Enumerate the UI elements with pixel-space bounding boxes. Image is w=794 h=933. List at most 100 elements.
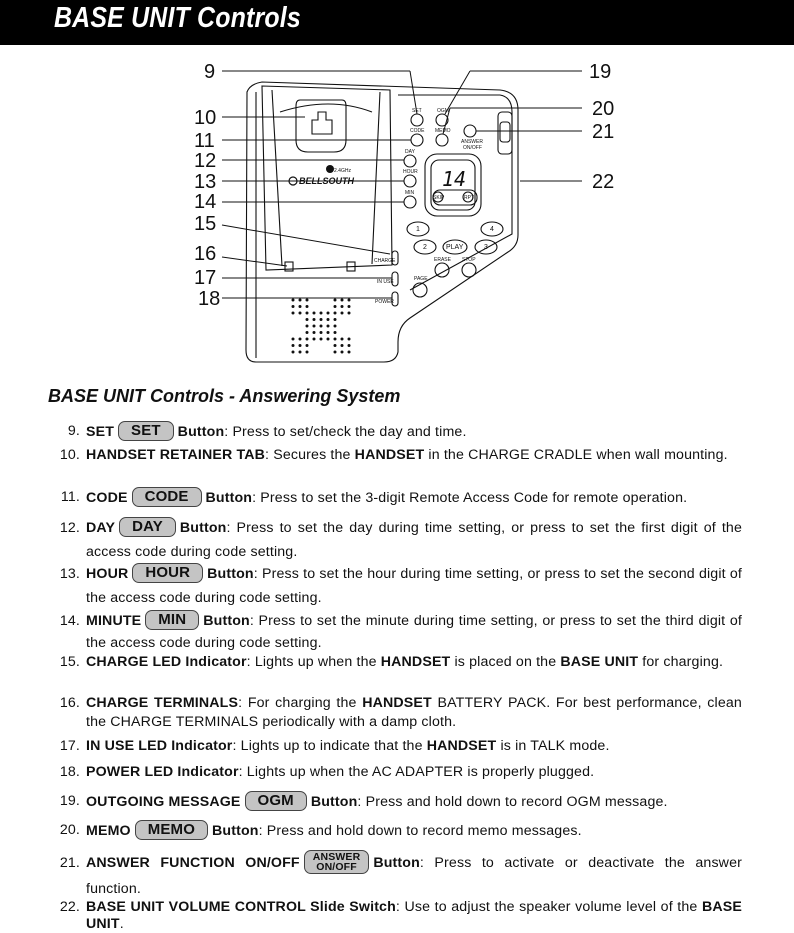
base-unit-outline <box>245 81 519 363</box>
header-banner: BASE UNIT Controls <box>0 0 794 45</box>
speaker-grille-dot <box>347 350 351 354</box>
label-hour: HOUR <box>403 169 418 175</box>
label-key-4: 4 <box>490 226 494 233</box>
item-name: HANDSET RETAINER TAB <box>86 447 266 463</box>
hour-button-diagram <box>403 174 417 188</box>
speaker-grille-dot <box>312 331 316 334</box>
list-item: 9. SET SET Button: Press to set/check the … <box>67 421 467 441</box>
speaker-grille-dot <box>347 305 351 308</box>
speaker-grille-dot <box>326 324 330 328</box>
speaker-grille-dot <box>340 305 344 308</box>
speaker-grille-dot <box>333 331 337 334</box>
speaker-grille-dot <box>319 318 323 321</box>
speaker-grille-dot <box>312 318 316 321</box>
callout-13: 13 <box>194 171 216 193</box>
speaker-grille-dot <box>340 311 344 315</box>
day-button-diagram <box>403 154 417 168</box>
label-key-3: 3 <box>484 244 488 251</box>
speaker-grille-dot <box>333 350 337 354</box>
list-item: 17. IN USE LED Indicator: Lights up to i… <box>59 738 610 754</box>
speaker-grille-dot <box>326 318 330 321</box>
speaker-grille-dot <box>333 344 337 347</box>
callout-12: 12 <box>194 150 216 172</box>
memo-badge: MEMO <box>134 820 209 840</box>
speaker-grille-dot <box>347 311 351 315</box>
speaker-grille-dot <box>347 337 351 341</box>
item-name: IN USE LED Indicator <box>86 738 233 754</box>
min-badge: MIN <box>145 610 200 631</box>
speaker-grille-dot <box>319 331 323 334</box>
label-erase: ERASE <box>434 257 452 263</box>
label-min: MIN <box>405 190 415 196</box>
set-button-diagram <box>410 113 424 127</box>
label-power: POWER <box>375 299 394 305</box>
list-item: 21. ANSWER FUNCTION ON/OFF ANSWER ON/OFF Bu… <box>59 850 742 897</box>
speaker-grille-dot <box>305 311 309 315</box>
speaker-grille-dot <box>305 324 309 328</box>
list-item: 22. BASE UNIT VOLUME CONTROL Slide Switc… <box>59 899 742 932</box>
speaker-grille-dot <box>333 298 337 302</box>
callout-19: 19 <box>589 61 611 83</box>
speaker-grille-dot <box>305 318 309 321</box>
label-play: PLAY <box>446 244 464 251</box>
speaker-grille-dot <box>305 305 309 308</box>
callout-11: 11 <box>194 130 215 152</box>
item-name: ANSWER FUNCTION ON/OFF <box>86 855 300 871</box>
item-name: MEMO <box>86 822 131 839</box>
item-name: SET <box>86 423 115 440</box>
label-ogm: OGM <box>437 108 449 114</box>
speaker-grille-dot <box>291 344 295 347</box>
day-badge: DAY <box>119 517 176 538</box>
list-item: 14. MINUTE MIN Button: Press to set the mi… <box>59 610 742 651</box>
item-name: CODE <box>86 489 128 506</box>
callout-17: 17 <box>194 267 216 289</box>
speaker-grille-dot <box>340 298 344 302</box>
speaker-grille-dot <box>333 318 337 321</box>
item-name: DAY <box>86 520 116 536</box>
speaker-grille-dot <box>340 350 344 354</box>
label-charge: CHARGE <box>374 258 396 264</box>
list-item: 10. HANDSET RETAINER TAB: Secures the HA… <box>59 447 728 463</box>
speaker-grille-dot <box>291 298 295 302</box>
label-key-2: 2 <box>423 244 427 251</box>
label-code: CODE <box>410 128 425 134</box>
speaker-grille-dot <box>326 331 330 334</box>
item-name: CHARGE TERMINALS <box>86 695 239 711</box>
label-key-1: 1 <box>416 226 420 233</box>
speaker-grille-dot <box>291 305 295 308</box>
list-item: 16. CHARGE TERMINALS: For charging the H… <box>59 695 742 730</box>
handset-retainer-tab <box>295 99 347 153</box>
list-item: 15. CHARGE LED Indicator: Lights up when… <box>59 654 724 670</box>
speaker-grille-dot <box>298 350 302 354</box>
speaker-grille-dot <box>298 305 302 308</box>
list-item: 13. HOUR HOUR Button: Press to set the hou… <box>59 563 742 606</box>
speaker-grille-dot <box>347 298 351 302</box>
callout-16: 16 <box>194 243 216 265</box>
speaker-grille-dot <box>291 337 295 341</box>
item-name: HOUR <box>86 566 129 582</box>
callout-9: 9 <box>204 61 215 83</box>
base-unit-diagram: 9 10 11 12 13 14 15 16 17 18 19 20 21 22… <box>194 61 614 363</box>
speaker-grille-dot <box>291 350 295 354</box>
item-name: BASE UNIT VOLUME CONTROL Slide Switch <box>86 899 396 915</box>
ogm-badge: OGM <box>244 791 307 811</box>
label-skip: SKIP <box>433 195 445 201</box>
list-item: 12. DAY DAY Button: Press to set the day d… <box>59 517 742 560</box>
label-stop: STOP <box>462 257 476 263</box>
callout-21: 21 <box>592 121 614 143</box>
speaker-grille-dot <box>333 305 337 308</box>
speaker-grille-dot <box>305 331 309 334</box>
speaker-grille-dot <box>340 337 344 341</box>
speaker-grille-dot <box>340 344 344 347</box>
lcd-display-value: 14 <box>442 167 466 191</box>
callout-18: 18 <box>198 288 220 310</box>
speaker-grille-dot <box>305 350 309 354</box>
list-item: 19. OUTGOING MESSAGE OGM Button: Press and… <box>59 791 668 811</box>
speaker-grille-dot <box>347 344 351 347</box>
speaker-grille-dot <box>333 311 337 315</box>
speaker-grille-dot <box>298 298 302 302</box>
section-heading: BASE UNIT Controls - Answering System <box>48 386 401 406</box>
hour-badge: HOUR <box>132 563 204 584</box>
label-set: SET <box>412 108 422 114</box>
speaker-grille-dot <box>305 337 309 341</box>
